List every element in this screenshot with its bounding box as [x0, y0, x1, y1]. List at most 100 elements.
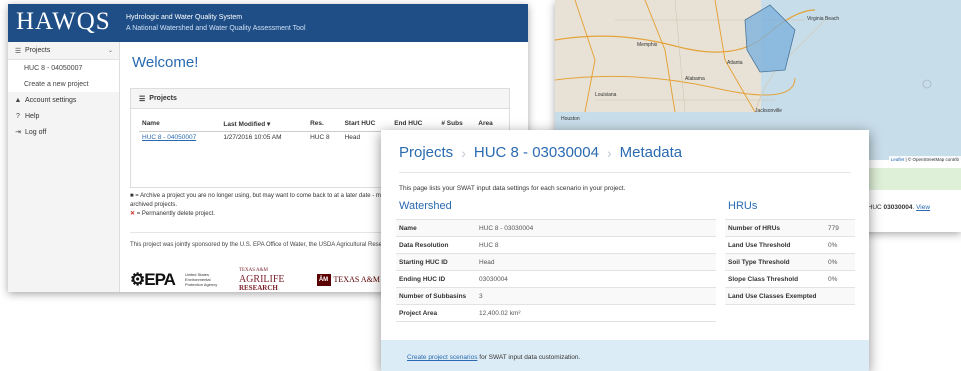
- map-label: Alabama: [685, 76, 705, 82]
- table-row: Data Resolution HUC 8: [396, 236, 716, 254]
- epa-logo: ⚙EPA: [130, 269, 176, 289]
- watershed-table: Name HUC 8 - 03030004 Data Resolution HUC …: [396, 219, 716, 322]
- archive-icon: ■: [130, 193, 134, 199]
- sidebar-item-account[interactable]: ▲ Account settings: [8, 92, 119, 108]
- project-link[interactable]: HUC 8 - 04050007: [142, 134, 196, 141]
- sidebar-item-projects[interactable]: ☰ Projects ⌄: [8, 42, 119, 60]
- tamu-logo: ĀM TEXAS A&M: [316, 273, 380, 286]
- map-label: Jacksonville: [755, 108, 782, 114]
- epa-logo-text: EPA: [144, 269, 176, 289]
- table-row: Number of Subbasins 3: [396, 287, 716, 305]
- table-value: Head: [476, 253, 716, 271]
- table-cell: 1/27/2016 10:05 AM: [223, 134, 282, 142]
- info-alert-text: Create project scenarios for SWAT input …: [407, 354, 580, 361]
- page-title: Welcome!: [132, 54, 199, 71]
- tamu-logo-text: TEXAS A&M: [333, 275, 380, 284]
- sidebar-item-label: Help: [25, 112, 40, 120]
- sidebar-item-logoff[interactable]: ⇥ Log off: [8, 124, 119, 140]
- user-icon: ▲: [14, 96, 22, 104]
- map-label: Virginia Beach: [807, 16, 840, 22]
- panel-title: Projects: [149, 95, 177, 102]
- panel-header: ☰ Projects: [131, 89, 509, 109]
- sidebar-item-project-huc[interactable]: HUC 8 - 04050007: [8, 60, 119, 76]
- chevron-down-icon: ⌄: [107, 48, 113, 54]
- hrus-title: HRUs: [728, 200, 758, 212]
- divider: [399, 172, 851, 173]
- create-scenarios-link[interactable]: Create project scenarios: [407, 354, 477, 361]
- table-value: [825, 287, 855, 305]
- table-value: 779: [825, 219, 855, 237]
- delete-icon: ✕: [130, 211, 136, 217]
- table-row: Starting HUC ID Head: [396, 253, 716, 271]
- breadcrumb-metadata: Metadata: [619, 144, 683, 161]
- table-header-row: Name Last Modified ▾ Res. Start HUC End …: [139, 117, 503, 132]
- page-intro: This page lists your SWAT input data set…: [399, 185, 626, 192]
- table-key: Land Use Classes Exempted: [725, 287, 825, 305]
- list-icon: ☰: [139, 95, 146, 103]
- table-key: Data Resolution: [396, 236, 476, 254]
- legend-delete-text: = Permanently delete project.: [136, 211, 215, 217]
- sidebar-item-label: Account settings: [25, 96, 77, 104]
- table-key: Number of HRUs: [725, 219, 825, 237]
- table-value: 3: [476, 287, 716, 305]
- table-key: Slope Class Threshold: [725, 270, 825, 288]
- column-header[interactable]: End HUC: [391, 117, 439, 132]
- map-attribution: Leaflet | © OpenStreetMap contrib: [888, 156, 961, 163]
- top-bar: Hydrologic and Water Quality System A Na…: [120, 4, 528, 42]
- chevron-right-icon: ›: [461, 144, 466, 161]
- brand-bar: HAWQS: [8, 4, 120, 42]
- table-row: Land Use Classes Exempted: [725, 287, 855, 305]
- table-cell: HUC 8 - 04050007: [139, 131, 220, 144]
- table-value: HUC 8: [476, 236, 716, 254]
- column-header[interactable]: Name: [139, 117, 221, 132]
- tagline-title: Hydrologic and Water Quality System: [126, 14, 243, 21]
- table-row: Number of HRUs 779: [725, 219, 855, 237]
- tagline-subtitle: A National Watershed and Water Quality A…: [126, 25, 306, 32]
- sidebar-item-create-project[interactable]: Create a new project: [8, 76, 119, 92]
- breadcrumb-project[interactable]: HUC 8 - 03030004: [474, 144, 599, 161]
- brand-logo[interactable]: HAWQS: [16, 8, 111, 36]
- column-header[interactable]: Area: [475, 117, 503, 132]
- map-label: Houston: [561, 116, 580, 122]
- legend-archive-text: = Archive a project you are no longer us…: [135, 193, 381, 199]
- table-row: Soil Type Threshold 0%: [725, 253, 855, 271]
- column-header[interactable]: Res.: [307, 117, 342, 132]
- composite-screenshot: HAWQS Hydrologic and Water Quality Syste…: [0, 0, 961, 371]
- map-label: Atlanta: [727, 60, 743, 66]
- column-header[interactable]: # Subs: [438, 117, 476, 132]
- table-key: Number of Subbasins: [396, 287, 476, 305]
- table-key: Project Area: [396, 304, 476, 322]
- view-link[interactable]: View: [916, 204, 930, 211]
- list-icon: ☰: [14, 47, 22, 55]
- logoff-icon: ⇥: [15, 129, 21, 136]
- info-alert-rest: for SWAT input data customization.: [477, 354, 581, 361]
- table-value: 0%: [825, 253, 855, 271]
- table-row: Ending HUC ID 03030004: [396, 270, 716, 288]
- sidebar-item-help[interactable]: ? Help: [8, 108, 119, 124]
- breadcrumb-projects[interactable]: Projects: [399, 144, 453, 161]
- table-value: 03030004: [476, 270, 716, 288]
- table-value: 0%: [825, 270, 855, 288]
- column-header[interactable]: Last Modified ▾: [220, 117, 308, 132]
- agrilife-mid: AGRILIFE: [238, 274, 285, 285]
- table-cell: HUC 8: [310, 134, 330, 142]
- table-value: 12,400.02 km²: [476, 304, 716, 322]
- table-row: Name HUC 8 - 03030004: [396, 219, 716, 237]
- column-header[interactable]: Start HUC: [341, 117, 392, 132]
- epa-logo-subtext: United States Environmental Protection A…: [184, 272, 218, 287]
- table-key: Ending HUC ID: [396, 270, 476, 288]
- sidebar-item-label: Log off: [25, 128, 47, 136]
- sidebar-item-label: Projects: [25, 47, 51, 54]
- help-icon: ?: [16, 112, 20, 120]
- watershed-title: Watershed: [399, 200, 452, 212]
- table-value: HUC 8 - 03030004: [476, 219, 716, 237]
- leaflet-link[interactable]: Leaflet: [891, 157, 905, 162]
- map-label: Louisiana: [595, 92, 617, 98]
- table-value: 0%: [825, 236, 855, 254]
- table-key: Starting HUC ID: [396, 253, 476, 271]
- table-key: Land Use Threshold: [725, 236, 825, 254]
- table-row: Land Use Threshold 0%: [725, 236, 855, 254]
- chevron-right-icon: ›: [606, 144, 612, 161]
- osm-attribution: © OpenStreetMap contrib: [907, 157, 959, 162]
- sidebar: ☰ Projects ⌄ HUC 8 - 04050007 Create a n…: [8, 42, 120, 292]
